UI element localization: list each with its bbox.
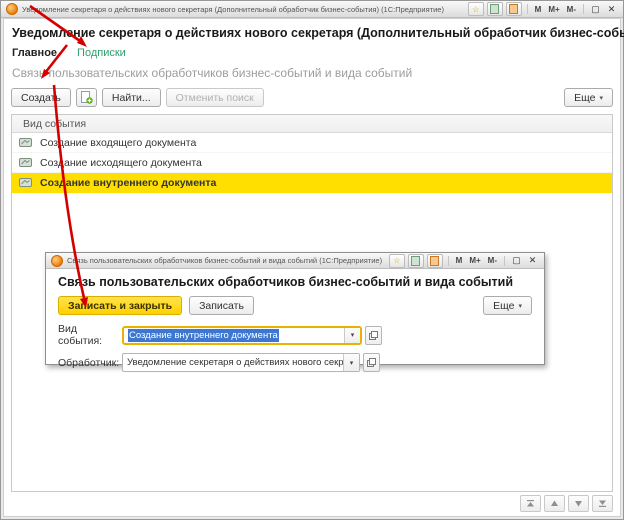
font-normal-button[interactable]: M <box>454 256 465 265</box>
link-history-icon[interactable] <box>486 2 503 16</box>
go-to-top-button[interactable] <box>520 495 541 512</box>
list-item-label: Создание исходящего документа <box>40 156 202 169</box>
cancel-search-button[interactable]: Отменить поиск <box>165 88 264 107</box>
tab-podpiski[interactable]: Подписки <box>77 47 126 59</box>
list-toolbar: Создать Найти... Отменить поиск Еще ▾ <box>11 88 613 107</box>
event-icon <box>19 138 32 147</box>
link-dialog: Связь пользовательских обработчиков бизн… <box>45 252 545 372</box>
handler-field-row: Обработчик: Уведомление секретаря о дейс… <box>58 353 532 372</box>
green-doc-icon <box>411 255 421 266</box>
close-icon[interactable]: ✕ <box>605 4 618 15</box>
go-to-bottom-button[interactable] <box>592 495 613 512</box>
handler-combobox[interactable]: Уведомление секретаря о действиях нового… <box>122 353 360 372</box>
font-increase-button[interactable]: M+ <box>546 5 561 14</box>
list-navigation <box>11 492 613 512</box>
save-button[interactable]: Записать <box>189 296 254 315</box>
font-normal-button[interactable]: M <box>533 5 544 14</box>
nav-tabs: Главное Подписки <box>12 47 613 59</box>
page-title: Уведомление секретаря о действиях нового… <box>12 26 624 40</box>
history-icon[interactable] <box>505 2 522 16</box>
list-item-label: Создание внутреннего документа <box>40 176 217 189</box>
create-new-icon-button[interactable] <box>75 88 97 107</box>
arrow-bottom-icon <box>599 500 606 507</box>
chain-link-icon <box>369 330 378 340</box>
event-kind-value[interactable]: Создание внутреннего документа <box>124 328 344 343</box>
chevron-down-icon: ▾ <box>518 302 522 310</box>
list-item-label: Создание входящего документа <box>40 136 197 149</box>
handler-value[interactable]: Уведомление секретаря о действиях нового… <box>123 354 343 371</box>
save-and-close-button[interactable]: Записать и закрыть <box>58 296 183 315</box>
event-kind-label: Вид события: <box>58 323 103 347</box>
arrow-up-icon <box>551 500 558 506</box>
maximize-icon[interactable]: ▢ <box>589 4 602 15</box>
column-header[interactable]: Вид события <box>12 115 612 133</box>
favorites-star-icon[interactable]: ☆ <box>388 253 405 268</box>
dialog-window-title: Связь пользовательских обработчиков бизн… <box>67 256 383 265</box>
dialog-titlebar[interactable]: Связь пользовательских обработчиков бизн… <box>46 253 544 269</box>
green-doc-icon <box>490 4 500 14</box>
page-down-button[interactable] <box>568 495 589 512</box>
history-icon[interactable] <box>426 253 443 268</box>
page-up-button[interactable] <box>544 495 565 512</box>
arrow-top-icon <box>527 500 534 507</box>
tab-glavnoe[interactable]: Главное <box>12 47 57 59</box>
close-icon[interactable]: ✕ <box>526 255 539 266</box>
dialog-toolbar: Записать и закрыть Записать Еще ▾ <box>58 296 532 315</box>
1c-app-icon <box>51 254 63 267</box>
screen: Уведомление секретаря о действиях нового… <box>0 0 624 520</box>
main-window-title: Уведомление секретаря о действиях нового… <box>22 4 444 14</box>
font-decrease-button[interactable]: M- <box>565 5 578 14</box>
list-item[interactable]: Создание исходящего документа <box>12 153 612 173</box>
event-kind-combobox[interactable]: Создание внутреннего документа ▾ <box>122 325 362 345</box>
font-increase-button[interactable]: M+ <box>467 256 482 265</box>
1c-app-icon <box>6 3 18 15</box>
dialog-title: Связь пользовательских обработчиков бизн… <box>58 275 514 289</box>
orange-doc-icon <box>430 255 440 266</box>
titlebar-separator <box>526 4 528 14</box>
event-icon <box>19 158 32 167</box>
orange-doc-icon <box>509 4 519 14</box>
main-titlebar[interactable]: Уведомление секретаря о действиях нового… <box>1 1 623 18</box>
find-button[interactable]: Найти... <box>101 88 161 107</box>
open-link-icon[interactable] <box>363 353 380 372</box>
titlebar-separator <box>583 4 584 14</box>
new-document-icon <box>80 91 93 104</box>
dialog-body: Связь пользовательских обработчиков бизн… <box>46 269 544 372</box>
link-history-icon[interactable] <box>407 253 424 268</box>
list-subtitle: Связь пользовательских обработчиков бизн… <box>12 66 413 80</box>
event-kind-field-row: Вид события: Создание внутреннего докуме… <box>58 323 532 347</box>
chain-link-icon <box>367 358 376 367</box>
arrow-down-icon <box>575 501 582 507</box>
favorites-star-icon[interactable]: ☆ <box>467 2 484 16</box>
dropdown-chevron-icon[interactable]: ▾ <box>344 327 360 343</box>
handler-label: Обработчик: <box>58 356 120 369</box>
maximize-icon[interactable]: ▢ <box>510 255 523 266</box>
titlebar-separator <box>504 255 505 266</box>
chevron-down-icon: ▾ <box>599 94 603 102</box>
list-item-selected[interactable]: Создание внутреннего документа <box>12 173 612 193</box>
dialog-more-button[interactable]: Еще ▾ <box>483 296 532 315</box>
event-icon <box>19 178 32 187</box>
titlebar-separator <box>447 255 449 266</box>
more-button[interactable]: Еще ▾ <box>564 88 613 107</box>
font-decrease-button[interactable]: M- <box>486 256 499 265</box>
create-button[interactable]: Создать <box>11 88 71 107</box>
open-link-icon[interactable] <box>365 325 382 345</box>
dropdown-chevron-icon[interactable]: ▾ <box>343 354 359 371</box>
list-item[interactable]: Создание входящего документа <box>12 133 612 153</box>
